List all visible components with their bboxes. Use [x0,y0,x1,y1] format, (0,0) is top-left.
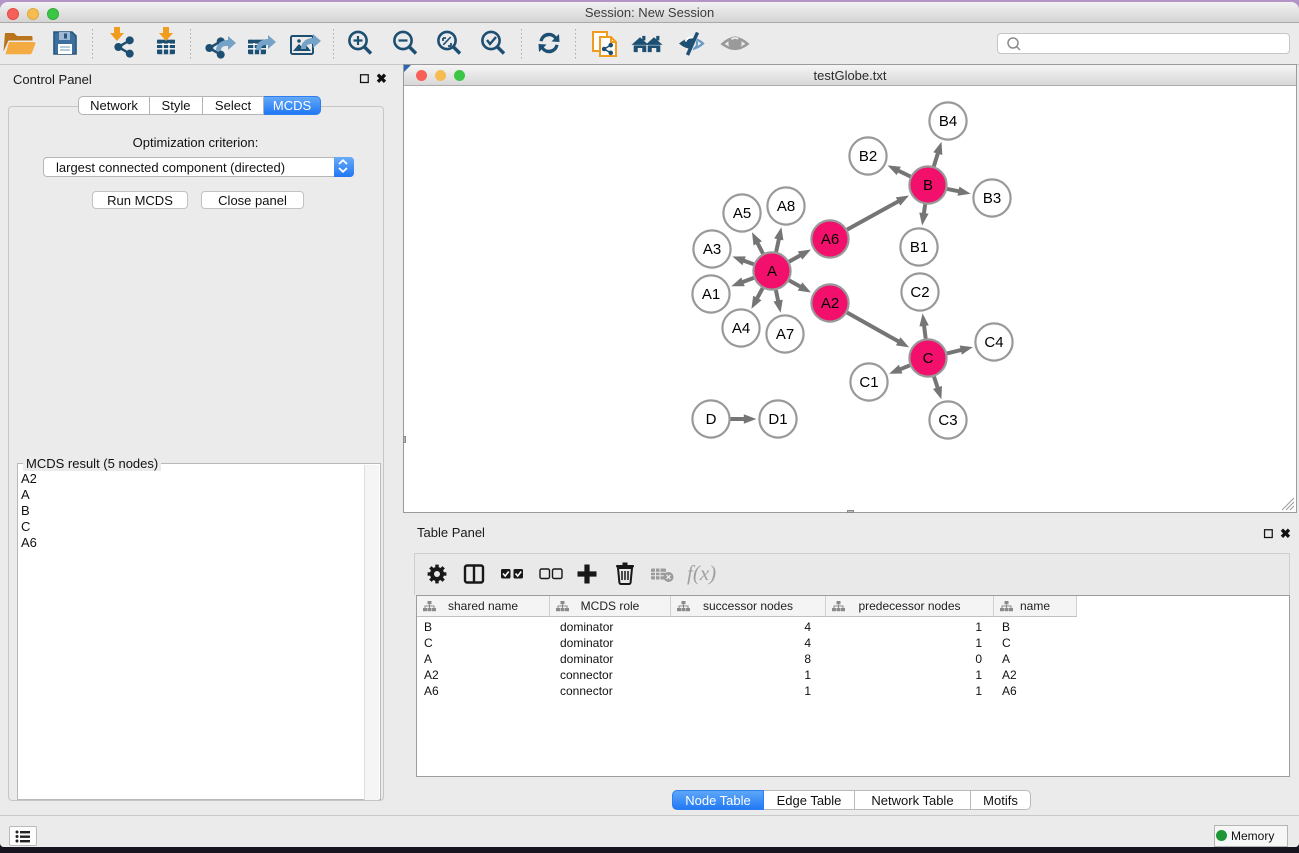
svg-text:A: A [767,263,777,280]
svg-text:A3: A3 [703,241,721,258]
svg-text:A7: A7 [776,326,794,343]
svg-text:C1: C1 [859,374,878,391]
svg-text:C2: C2 [910,284,929,301]
svg-text:A4: A4 [732,320,750,337]
svg-text:A2: A2 [821,295,839,312]
svg-text:D: D [706,411,717,428]
svg-text:B2: B2 [859,148,877,165]
svg-text:C3: C3 [938,412,957,429]
svg-text:A8: A8 [777,198,795,215]
svg-text:B1: B1 [910,239,928,256]
svg-text:D1: D1 [768,411,787,428]
svg-text:A6: A6 [821,231,839,248]
svg-text:C: C [923,350,934,367]
svg-text:B3: B3 [983,190,1001,207]
svg-text:B4: B4 [939,113,957,130]
svg-text:C4: C4 [984,334,1003,351]
svg-text:B: B [923,177,933,194]
svg-text:A1: A1 [702,286,720,303]
svg-text:A5: A5 [733,205,751,222]
